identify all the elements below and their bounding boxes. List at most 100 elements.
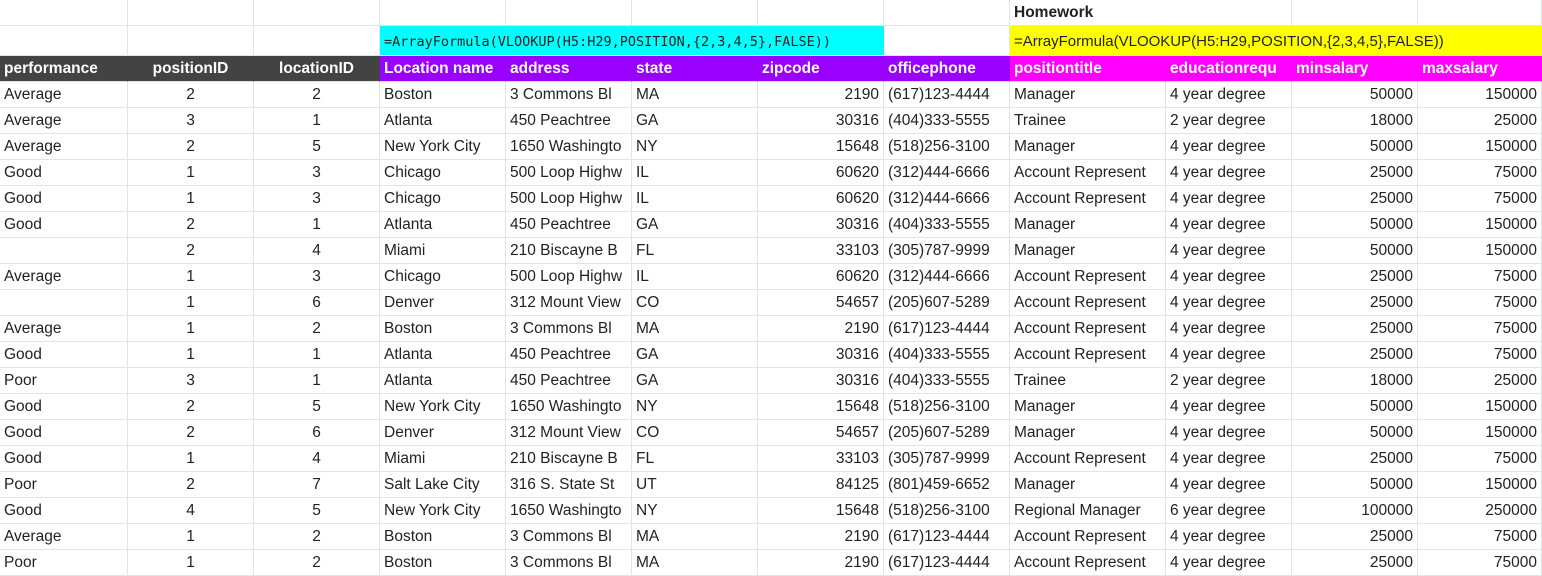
cell-locationid[interactable]: 2 [254,524,380,550]
cell-zipcode[interactable]: 30316 [758,108,884,134]
cell-officephone[interactable]: (312)444-6666 [884,186,1010,212]
cell-zipcode[interactable]: 33103 [758,238,884,264]
cell-zipcode[interactable]: 15648 [758,394,884,420]
cell-officephone[interactable]: (312)444-6666 [884,264,1010,290]
cell-minsalary[interactable]: 25000 [1292,264,1418,290]
cell-zipcode[interactable]: 2190 [758,524,884,550]
cell-educationrequ[interactable]: 4 year degree [1166,316,1292,342]
cell-positiontitle[interactable]: Account Represent [1010,342,1166,368]
cell-zipcode[interactable]: 54657 [758,420,884,446]
cell-maxsalary[interactable]: 25000 [1418,368,1542,394]
cell-state[interactable]: MA [632,82,758,108]
cell-state[interactable]: FL [632,446,758,472]
cell-maxsalary[interactable]: 150000 [1418,420,1542,446]
cell-educationrequ[interactable]: 4 year degree [1166,160,1292,186]
cell-officephone[interactable]: (518)256-3100 [884,394,1010,420]
cell-positiontitle[interactable]: Manager [1010,134,1166,160]
cell-location-name[interactable]: Boston [380,82,506,108]
cell-maxsalary[interactable]: 75000 [1418,316,1542,342]
header-minsalary[interactable]: minsalary [1292,56,1418,82]
cell-maxsalary[interactable]: 75000 [1418,186,1542,212]
header-zipcode[interactable]: zipcode [758,56,884,82]
cell-zipcode[interactable]: 15648 [758,134,884,160]
cell-minsalary[interactable]: 25000 [1292,290,1418,316]
cell-address[interactable]: 3 Commons Bl [506,550,632,576]
cell-positiontitle[interactable]: Manager [1010,82,1166,108]
cell-maxsalary[interactable]: 75000 [1418,342,1542,368]
cell-educationrequ[interactable]: 4 year degree [1166,82,1292,108]
cell-educationrequ[interactable]: 2 year degree [1166,108,1292,134]
cell-positiontitle[interactable]: Account Represent [1010,550,1166,576]
cell-performance[interactable] [0,290,128,316]
header-locationid[interactable]: locationID [254,56,380,82]
cell-address[interactable]: 312 Mount View [506,290,632,316]
cell-performance[interactable]: Poor [0,368,128,394]
cell-state[interactable]: MA [632,524,758,550]
cell-positiontitle[interactable]: Regional Manager [1010,498,1166,524]
cell-positiontitle[interactable]: Manager [1010,394,1166,420]
cell-officephone[interactable]: (404)333-5555 [884,108,1010,134]
cell-positionid[interactable]: 2 [128,82,254,108]
cell-locationid[interactable]: 1 [254,342,380,368]
cell-positionid[interactable]: 3 [128,108,254,134]
cell-state[interactable]: NY [632,498,758,524]
header-educationrequ[interactable]: educationrequ [1166,56,1292,82]
cell-state[interactable]: GA [632,368,758,394]
cell-locationid[interactable]: 4 [254,446,380,472]
cell-locationid[interactable]: 1 [254,108,380,134]
cell-location-name[interactable]: Atlanta [380,212,506,238]
cell[interactable] [632,0,758,26]
cell-positiontitle[interactable]: Account Represent [1010,446,1166,472]
cell-performance[interactable]: Average [0,264,128,290]
cell-performance[interactable]: Average [0,524,128,550]
cell-address[interactable]: 450 Peachtree [506,108,632,134]
cell-educationrequ[interactable]: 4 year degree [1166,550,1292,576]
cell-address[interactable]: 312 Mount View [506,420,632,446]
cell-educationrequ[interactable]: 4 year degree [1166,524,1292,550]
cell-educationrequ[interactable]: 4 year degree [1166,394,1292,420]
cell-positionid[interactable]: 2 [128,472,254,498]
header-officephone[interactable]: officephone [884,56,1010,82]
cell-address[interactable]: 3 Commons Bl [506,316,632,342]
cell-officephone[interactable]: (617)123-4444 [884,316,1010,342]
cell-performance[interactable]: Good [0,186,128,212]
cell-location-name[interactable]: Salt Lake City [380,472,506,498]
cell-state[interactable]: GA [632,212,758,238]
cell-maxsalary[interactable]: 75000 [1418,290,1542,316]
cell-maxsalary[interactable]: 150000 [1418,238,1542,264]
cell-location-name[interactable]: Denver [380,420,506,446]
cell-educationrequ[interactable]: 4 year degree [1166,134,1292,160]
cell[interactable] [254,26,380,56]
cell-state[interactable]: GA [632,342,758,368]
cell-locationid[interactable]: 1 [254,212,380,238]
cell-officephone[interactable]: (518)256-3100 [884,134,1010,160]
cell-minsalary[interactable]: 25000 [1292,446,1418,472]
cell-minsalary[interactable]: 18000 [1292,108,1418,134]
cell[interactable] [128,26,254,56]
header-positiontitle[interactable]: positiontitle [1010,56,1166,82]
cell-officephone[interactable]: (305)787-9999 [884,446,1010,472]
cell[interactable] [884,0,1010,26]
cell-performance[interactable]: Good [0,212,128,238]
cell-location-name[interactable]: Boston [380,524,506,550]
cell-locationid[interactable]: 2 [254,82,380,108]
cell-maxsalary[interactable]: 25000 [1418,108,1542,134]
cell-officephone[interactable]: (617)123-4444 [884,524,1010,550]
cell[interactable] [1292,0,1418,26]
cell-maxsalary[interactable]: 75000 [1418,550,1542,576]
cell-state[interactable]: NY [632,394,758,420]
cell-maxsalary[interactable]: 150000 [1418,212,1542,238]
cell-address[interactable]: 1650 Washingto [506,394,632,420]
cell-performance[interactable]: Poor [0,550,128,576]
cell-minsalary[interactable]: 50000 [1292,472,1418,498]
cell-location-name[interactable]: Atlanta [380,108,506,134]
cell-state[interactable]: IL [632,160,758,186]
cell-state[interactable]: UT [632,472,758,498]
cell-locationid[interactable]: 4 [254,238,380,264]
cell-zipcode[interactable]: 30316 [758,212,884,238]
cell-zipcode[interactable]: 2190 [758,316,884,342]
cell-maxsalary[interactable]: 75000 [1418,160,1542,186]
cell-performance[interactable]: Average [0,108,128,134]
cell[interactable] [506,0,632,26]
cell-locationid[interactable]: 3 [254,186,380,212]
